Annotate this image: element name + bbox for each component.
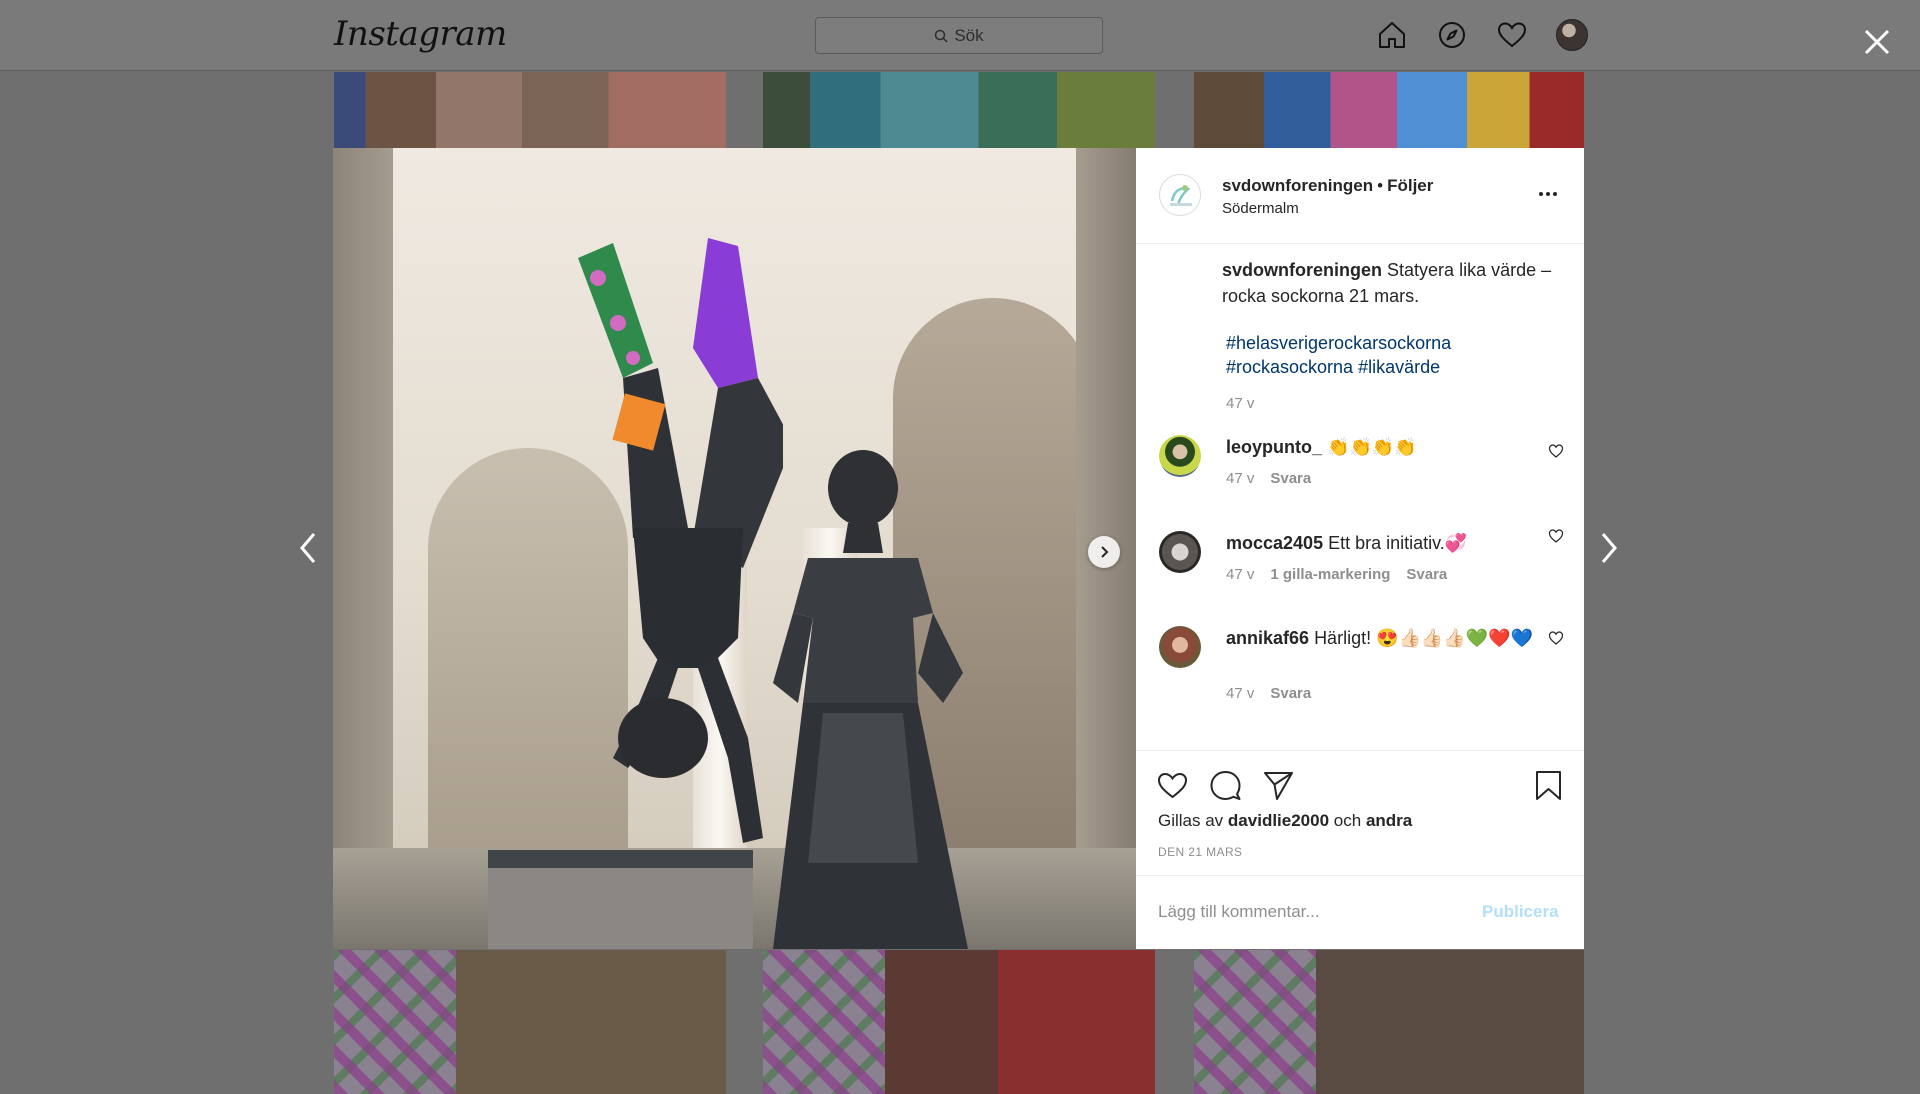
home-icon[interactable] (1376, 19, 1408, 51)
commenter-avatar[interactable] (1159, 435, 1201, 477)
grid-thumbnail[interactable] (1194, 72, 1584, 148)
comment-text: annikaf66 Härligt! 😍👍🏻👍🏻👍🏻💚❤️💙 (1226, 626, 1536, 650)
explore-icon[interactable] (1436, 19, 1468, 51)
search-icon (935, 29, 948, 43)
post-location[interactable]: Södermalm (1222, 200, 1299, 217)
nav-icons (1376, 19, 1588, 51)
comment-time[interactable]: 47 v (1226, 685, 1254, 702)
commenter-username[interactable]: mocca2405 (1226, 533, 1323, 553)
hashtag-link[interactable]: #likavärde (1358, 357, 1440, 377)
close-icon[interactable] (1861, 26, 1893, 58)
follow-status-button[interactable]: Följer (1387, 176, 1433, 195)
author-username[interactable]: svdownforeningen (1222, 176, 1373, 195)
liked-by-user[interactable]: davidlie2000 (1228, 811, 1329, 830)
share-paper-plane-icon[interactable] (1262, 769, 1295, 802)
post-date[interactable]: DEN 21 MARS (1158, 845, 1242, 859)
caption-hashtags: #helasverigerockarsockorna #rockasockorn… (1226, 331, 1556, 379)
grid-thumbnail[interactable] (334, 950, 726, 1094)
socks-pattern-image (763, 950, 885, 1094)
commenter-username[interactable]: leoypunto_ (1226, 437, 1322, 457)
socks-pattern-image (334, 950, 456, 1094)
author-avatar[interactable] (1159, 174, 1201, 216)
commenter-username[interactable]: annikaf66 (1226, 628, 1309, 648)
comment-like-heart-icon[interactable] (1548, 630, 1564, 646)
post-details-panel: svdownforeningen • Följer Södermalm svdown… (1136, 148, 1584, 949)
post-photo[interactable] (333, 148, 1136, 949)
hashtag-link[interactable]: #helasverigerockarsockorna (1226, 333, 1451, 353)
handstand-statue-image (578, 238, 783, 843)
comment-bubble-icon[interactable] (1209, 769, 1242, 802)
add-comment-bar: Publicera (1136, 875, 1584, 949)
comment-likes-count[interactable]: 1 gilla-markering (1270, 566, 1390, 583)
comment-body: Härligt! 😍👍🏻👍🏻👍🏻💚❤️💙 (1314, 628, 1533, 648)
bookmark-save-icon[interactable] (1532, 769, 1565, 802)
caption-timestamp[interactable]: 47 v (1226, 395, 1254, 412)
grid-thumbnail[interactable] (763, 950, 1155, 1094)
grid-thumbnail[interactable] (1194, 950, 1584, 1094)
reply-button[interactable]: Svara (1270, 685, 1311, 702)
instagram-logo[interactable]: Instagram (334, 14, 507, 54)
comment-time[interactable]: 47 v (1226, 470, 1254, 487)
post-caption: svdownforeningen Statyera lika värde – r… (1222, 257, 1552, 309)
comment-meta: 47 v 1 gilla-markering Svara (1226, 566, 1447, 583)
heart-icon[interactable] (1496, 19, 1528, 51)
comment-meta: 47 v Svara (1226, 685, 1311, 702)
socks-pattern-image (1194, 950, 1316, 1094)
photo-carousel-next-icon[interactable] (1088, 536, 1120, 568)
grid-thumbnail[interactable] (763, 72, 1155, 148)
search-placeholder: Sök (954, 25, 984, 45)
post-header: svdownforeningen • Följer Södermalm (1136, 148, 1584, 244)
commenter-avatar[interactable] (1159, 531, 1201, 573)
publish-button[interactable]: Publicera (1482, 902, 1559, 922)
grid-thumbnail[interactable] (334, 72, 726, 148)
statue-pedestal (488, 850, 753, 949)
search-box[interactable]: Sök (815, 17, 1103, 54)
liked-by-text: Gillas av davidlie2000 och andra (1158, 811, 1412, 831)
comment-body: Ett bra initiativ.💞 (1328, 533, 1468, 553)
comment-time[interactable]: 47 v (1226, 566, 1254, 583)
liked-by-others[interactable]: andra (1366, 811, 1412, 830)
girl-statue-image (773, 450, 968, 949)
comment-meta: 47 v Svara (1226, 470, 1311, 487)
more-options-icon[interactable] (1539, 186, 1563, 202)
previous-post-arrow-icon[interactable] (294, 528, 322, 568)
hashtag-link[interactable]: #rockasockorna (1226, 357, 1353, 377)
add-comment-input[interactable] (1158, 902, 1458, 922)
caption-username[interactable]: svdownforeningen (1222, 260, 1382, 280)
comment-text: leoypunto_ 👏👏👏👏 (1226, 435, 1536, 459)
reply-button[interactable]: Svara (1406, 566, 1447, 583)
comment-text: mocca2405 Ett bra initiativ.💞 (1226, 531, 1536, 555)
commenter-avatar[interactable] (1159, 626, 1201, 668)
profile-avatar[interactable] (1556, 19, 1588, 51)
post-actions: Gillas av davidlie2000 och andra DEN 21 … (1136, 750, 1584, 870)
liked-by-and: och (1333, 811, 1362, 830)
comments-section: svdownforeningen Statyera lika värde – r… (1136, 245, 1584, 750)
like-heart-icon[interactable] (1156, 769, 1189, 802)
liked-by-prefix: Gillas av (1158, 811, 1224, 830)
next-post-arrow-icon[interactable] (1595, 528, 1623, 568)
photo-pillar-left (333, 148, 393, 949)
author-username-line: svdownforeningen • Följer (1222, 176, 1433, 196)
comment-body: 👏👏👏👏 (1327, 437, 1417, 457)
top-navigation-bar: Instagram Sök (0, 0, 1920, 71)
comment-like-heart-icon[interactable] (1548, 443, 1564, 459)
comment-like-heart-icon[interactable] (1548, 528, 1564, 544)
separator-dot: • (1377, 176, 1384, 195)
action-icons (1156, 769, 1295, 802)
reply-button[interactable]: Svara (1270, 470, 1311, 487)
